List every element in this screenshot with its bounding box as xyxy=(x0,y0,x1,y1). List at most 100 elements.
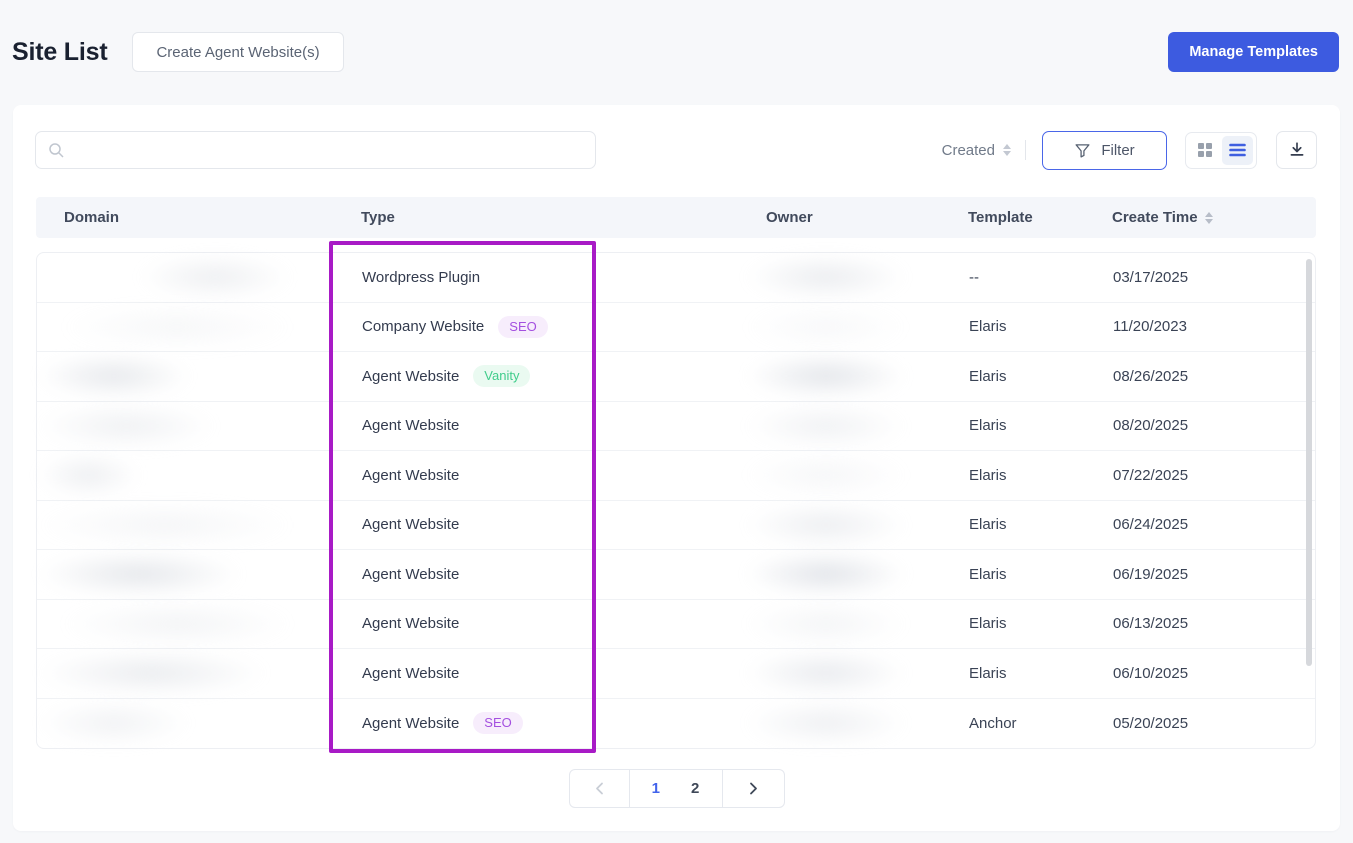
redacted-domain-blur xyxy=(38,502,291,548)
create-time-cell: 05/20/2025 xyxy=(1113,715,1315,732)
site-type-label: Agent Website xyxy=(362,566,459,583)
table-row[interactable]: Agent Website SEO Anchor 05/20/2025 xyxy=(37,699,1315,749)
column-header-type: Type xyxy=(361,209,766,226)
domain-cell-redacted xyxy=(65,601,362,647)
type-cell: Agent Website xyxy=(362,615,767,632)
page-header: Site List Create Agent Website(s) Manage… xyxy=(12,32,1339,72)
redacted-domain-blur xyxy=(38,650,291,696)
pagination-page-2[interactable]: 2 xyxy=(686,778,704,799)
type-badge: SEO xyxy=(498,316,547,338)
domain-cell-redacted xyxy=(65,353,362,399)
owner-cell-redacted xyxy=(767,601,969,647)
site-type-label: Agent Website xyxy=(362,467,459,484)
grid-view-button[interactable] xyxy=(1189,136,1221,165)
toolbar-divider xyxy=(1025,140,1026,160)
table-row[interactable]: Wordpress Plugin -- 03/17/2025 xyxy=(37,253,1315,303)
create-time-cell: 06/19/2025 xyxy=(1113,566,1315,583)
filter-button-label: Filter xyxy=(1101,142,1134,159)
type-cell: Agent Website xyxy=(362,566,767,583)
search-input[interactable] xyxy=(73,142,583,158)
redacted-domain-blur xyxy=(38,254,291,300)
redacted-domain-blur xyxy=(38,403,291,449)
column-header-create-time[interactable]: Create Time xyxy=(1112,209,1316,226)
redacted-owner-blur xyxy=(746,650,906,696)
table-row[interactable]: Agent Website Elaris 08/20/2025 xyxy=(37,402,1315,452)
site-type-label: Agent Website xyxy=(362,516,459,533)
domain-cell-redacted xyxy=(65,304,362,350)
table-row[interactable]: Agent Website Elaris 06/24/2025 xyxy=(37,501,1315,551)
filter-button[interactable]: Filter xyxy=(1042,131,1167,170)
owner-cell-redacted xyxy=(767,452,969,498)
template-cell: Elaris xyxy=(969,566,1113,583)
template-cell: Elaris xyxy=(969,665,1113,682)
redacted-owner-blur xyxy=(746,502,906,548)
redacted-domain-blur xyxy=(38,601,291,647)
owner-cell-redacted xyxy=(767,700,969,746)
type-badge: Vanity xyxy=(473,365,530,387)
redacted-domain-blur xyxy=(38,452,291,498)
type-cell: Agent Website xyxy=(362,665,767,682)
toolbar: Created Filter xyxy=(35,130,1317,170)
redacted-owner-blur xyxy=(746,254,906,300)
template-cell: Anchor xyxy=(969,715,1113,732)
create-time-sort-icon xyxy=(1205,212,1213,224)
redacted-owner-blur xyxy=(746,551,906,597)
redacted-owner-blur xyxy=(746,304,906,350)
template-cell: Elaris xyxy=(969,615,1113,632)
create-agent-website-button[interactable]: Create Agent Website(s) xyxy=(132,32,343,72)
create-time-cell: 03/17/2025 xyxy=(1113,269,1315,286)
table-row[interactable]: Agent Website Elaris 06/10/2025 xyxy=(37,649,1315,699)
site-type-label: Agent Website xyxy=(362,665,459,682)
table-body-container: Wordpress Plugin -- 03/17/2025 Company W… xyxy=(36,252,1316,749)
table-row[interactable]: Agent Website Elaris 07/22/2025 xyxy=(37,451,1315,501)
redacted-owner-blur xyxy=(746,353,906,399)
create-time-cell: 11/20/2023 xyxy=(1113,318,1315,335)
table-scrollbar[interactable] xyxy=(1306,259,1312,666)
pagination: 1 2 xyxy=(13,769,1340,808)
domain-cell-redacted xyxy=(65,551,362,597)
download-button[interactable] xyxy=(1276,131,1317,169)
table-row[interactable]: Agent Website Elaris 06/13/2025 xyxy=(37,600,1315,650)
site-list-page: Site List Create Agent Website(s) Manage… xyxy=(0,0,1353,843)
type-cell: Agent Website xyxy=(362,417,767,434)
site-type-label: Wordpress Plugin xyxy=(362,269,480,286)
manage-templates-button[interactable]: Manage Templates xyxy=(1168,32,1339,72)
created-sort-label: Created xyxy=(942,142,995,159)
view-toggle xyxy=(1185,132,1257,169)
site-type-label: Agent Website xyxy=(362,615,459,632)
owner-cell-redacted xyxy=(767,304,969,350)
domain-cell-redacted xyxy=(65,650,362,696)
create-time-cell: 08/26/2025 xyxy=(1113,368,1315,385)
grid-view-icon xyxy=(1198,143,1212,157)
domain-cell-redacted xyxy=(65,254,362,300)
list-view-button[interactable] xyxy=(1222,136,1254,165)
sort-carets-icon xyxy=(1003,144,1011,156)
template-cell: Elaris xyxy=(969,368,1113,385)
create-time-cell: 06/10/2025 xyxy=(1113,665,1315,682)
domain-cell-redacted xyxy=(65,700,362,746)
table-row[interactable]: Company Website SEO Elaris 11/20/2023 xyxy=(37,303,1315,353)
search-box[interactable] xyxy=(35,131,596,169)
owner-cell-redacted xyxy=(767,551,969,597)
table-row[interactable]: Agent Website Vanity Elaris 08/26/2025 xyxy=(37,352,1315,402)
type-cell: Agent Website SEO xyxy=(362,712,767,734)
template-cell: Elaris xyxy=(969,318,1113,335)
table-row[interactable]: Agent Website Elaris 06/19/2025 xyxy=(37,550,1315,600)
search-icon xyxy=(48,142,64,158)
pagination-page-1[interactable]: 1 xyxy=(647,778,665,799)
site-type-label: Agent Website xyxy=(362,417,459,434)
pagination-next-button[interactable] xyxy=(722,769,785,808)
pagination-prev-button[interactable] xyxy=(569,769,630,808)
owner-cell-redacted xyxy=(767,650,969,696)
table-body: Wordpress Plugin -- 03/17/2025 Company W… xyxy=(37,253,1315,748)
column-header-owner: Owner xyxy=(766,209,968,226)
type-cell: Agent Website xyxy=(362,516,767,533)
domain-cell-redacted xyxy=(65,502,362,548)
create-time-cell: 08/20/2025 xyxy=(1113,417,1315,434)
type-cell: Wordpress Plugin xyxy=(362,269,767,286)
owner-cell-redacted xyxy=(767,403,969,449)
type-cell: Company Website SEO xyxy=(362,316,767,338)
created-sort-control[interactable]: Created xyxy=(942,142,1011,159)
site-type-label: Agent Website xyxy=(362,368,459,385)
column-header-domain: Domain xyxy=(64,209,361,226)
